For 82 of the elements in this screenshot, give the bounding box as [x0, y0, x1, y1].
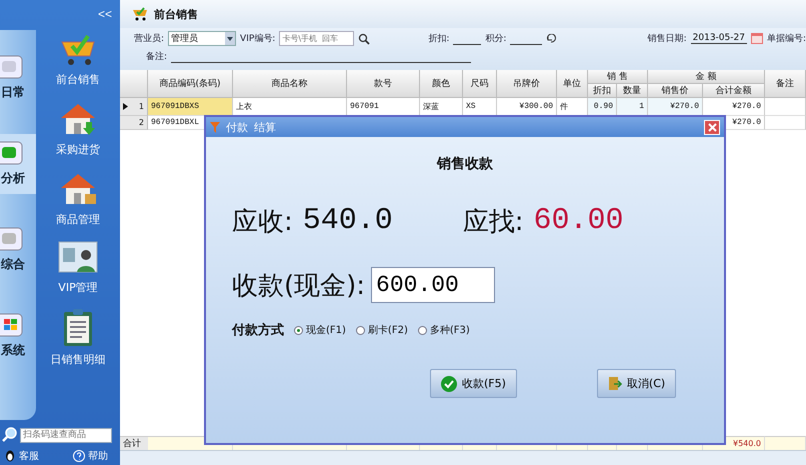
module-item[interactable]: VIP管理 [58, 240, 98, 295]
payment-method-radio[interactable]: 现金(F1) [294, 323, 346, 337]
received-amount-field[interactable]: 600.00 [371, 267, 496, 303]
windows-tiles-icon [0, 312, 24, 338]
column-header: 商品编码(条码) [148, 70, 233, 98]
funnel-icon [210, 122, 220, 132]
amount-label: 收款(现金): [232, 270, 366, 302]
sidebar-link[interactable]: 客服 [4, 449, 39, 463]
dialog-heading: 销售收款 [437, 155, 493, 173]
field-label: VIP编号: [240, 32, 276, 45]
amount-label: 应找: [462, 206, 524, 238]
table-cell: 上衣 [233, 98, 347, 116]
column-header: 数量 [617, 84, 648, 98]
category-item[interactable]: 日常 [0, 48, 36, 108]
payment-method-label: 付款方式 [232, 322, 284, 339]
column-header: 合计金额 [703, 84, 765, 98]
change-amount: 60.00 [534, 204, 624, 238]
cart-icon [132, 7, 148, 21]
field-label: 营业员: [134, 32, 164, 45]
column-header: 折扣 [588, 84, 617, 98]
module-item[interactable]: 前台销售 [56, 32, 100, 87]
table-cell: 深蓝 [420, 98, 463, 116]
column-header: 尺码 [463, 70, 497, 98]
field-label: 积分: [485, 32, 506, 45]
dialog-title: 结算 [254, 120, 276, 134]
table-cell: ¥270.0 [648, 98, 703, 116]
payment-method-radio[interactable]: 多种(F3) [418, 323, 470, 337]
row-number: 1 [138, 102, 144, 111]
row-number: 2 [138, 118, 144, 127]
exit-door-icon [608, 376, 622, 391]
close-icon [708, 122, 716, 132]
tile-icon [0, 54, 24, 80]
table-cell: 1 [617, 98, 648, 116]
vip-number-field[interactable]: 卡号\手机 回车 [279, 31, 354, 46]
table-cell: 件 [557, 98, 588, 116]
field-label: 折扣: [428, 32, 450, 45]
table-cell: XS [463, 98, 497, 116]
help-icon [73, 450, 85, 462]
undo-icon [546, 34, 556, 43]
page-title: 前台销售 [154, 6, 198, 22]
field-label: 备注: [146, 50, 168, 63]
tile-icon [0, 140, 24, 166]
amount-label: 应收: [232, 206, 293, 238]
dropdown-icon [225, 32, 236, 45]
column-header: 颜色 [420, 70, 463, 98]
total-label: 合计 [120, 436, 148, 450]
field-label: 单据编号: [766, 32, 806, 45]
category-item[interactable]: 系统 [0, 306, 36, 366]
barcode-search-field[interactable]: 扫条码速查商品 [20, 428, 112, 442]
table-cell: 0.90 [588, 98, 617, 116]
column-group-header: 销 售 [588, 70, 648, 84]
category-item[interactable]: 综合 [0, 220, 36, 280]
salesperson-dropdown[interactable]: 管理员 [168, 31, 236, 46]
sale-date-field[interactable]: 2013-05-27 [690, 33, 747, 44]
column-header: 商品名称 [233, 70, 347, 98]
tile-icon [0, 226, 24, 252]
payment-method-radio[interactable]: 刷卡(F2) [356, 323, 408, 337]
amount-due: 540.0 [302, 204, 393, 238]
category-item[interactable]: 分析 [0, 134, 36, 194]
column-header: 单位 [557, 70, 588, 98]
column-header: 款号 [347, 70, 420, 98]
field-label: 销售日期: [648, 32, 687, 45]
module-item[interactable]: 采购进货 [56, 100, 100, 157]
clipboard-icon [62, 308, 94, 348]
table-cell: 967091DBXS [148, 98, 233, 116]
penguin-icon [4, 450, 16, 462]
collapse-button[interactable]: << [96, 7, 114, 21]
search-icon [358, 32, 370, 44]
sidebar-link[interactable]: 帮助 [73, 449, 108, 463]
column-group-header: 金 额 [648, 70, 765, 84]
search-icon [2, 427, 18, 443]
column-header: 备注 [765, 70, 806, 98]
close-button[interactable] [704, 120, 720, 134]
confirm-button[interactable]: 收款(F5) [430, 369, 517, 398]
column-header: 吊牌价 [497, 70, 557, 98]
module-item[interactable]: 商品管理 [56, 170, 100, 227]
checkmark-icon [441, 376, 457, 392]
calendar-icon[interactable] [750, 33, 763, 44]
current-row-icon [123, 103, 128, 110]
column-header: 销售价 [648, 84, 703, 98]
module-item[interactable]: 日销售明细 [50, 308, 106, 367]
cancel-button[interactable]: 取消(C) [596, 369, 676, 398]
